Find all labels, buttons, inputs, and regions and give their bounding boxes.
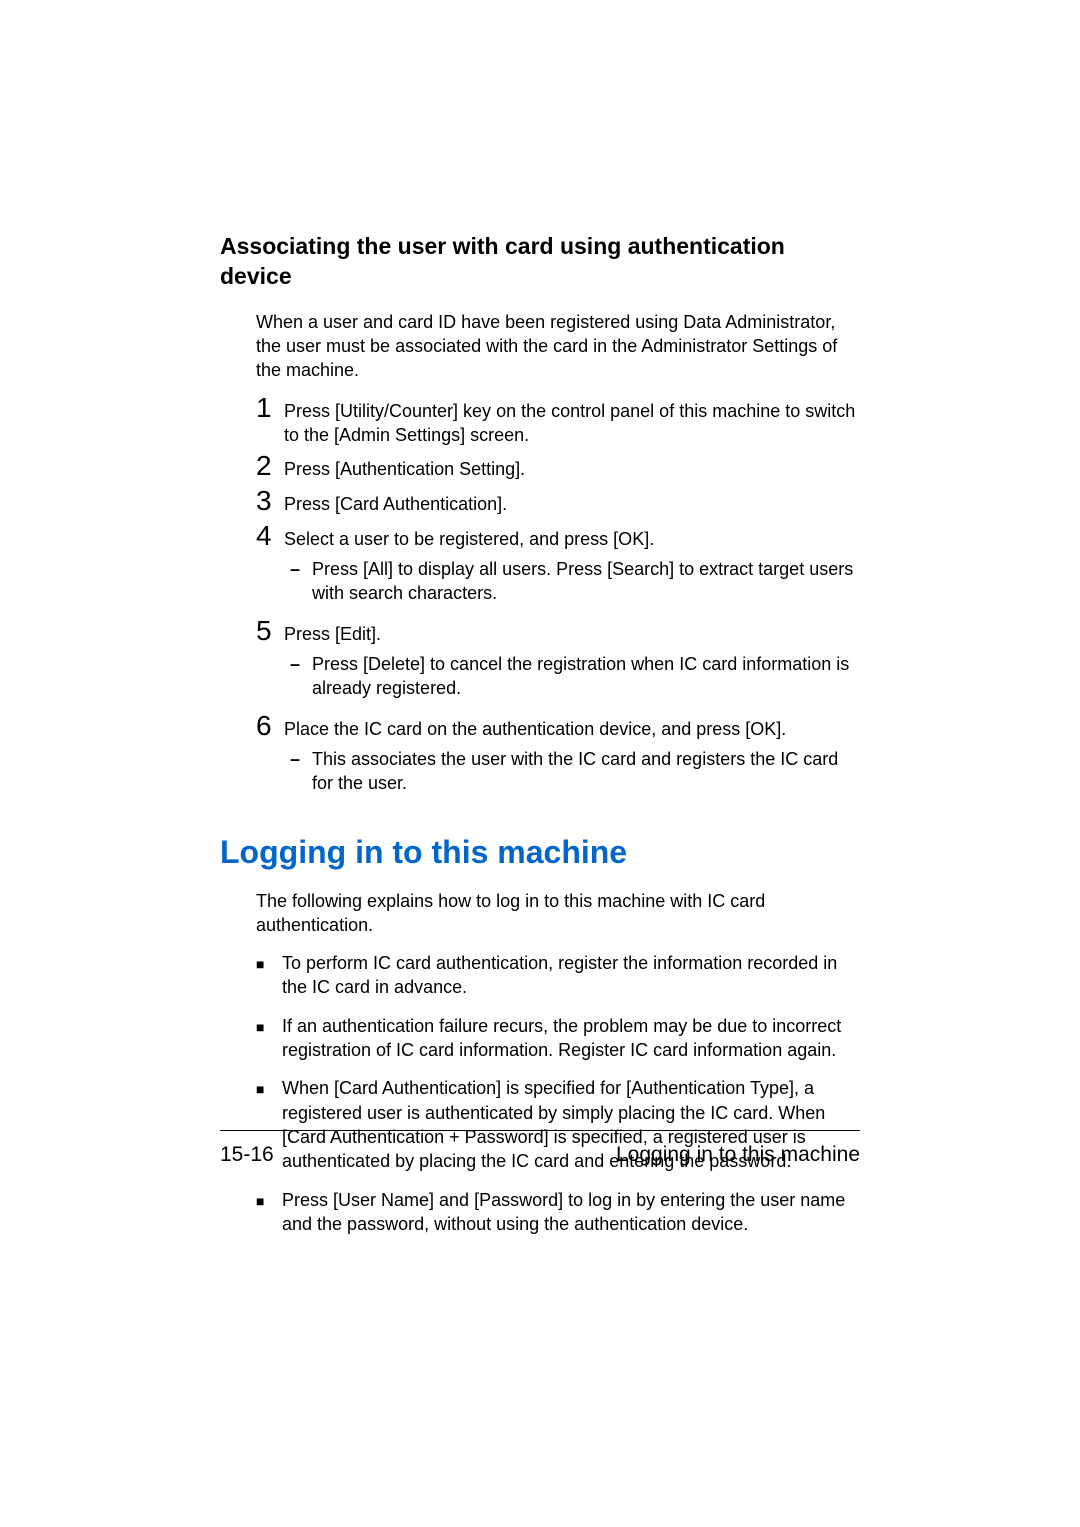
section2-intro: The following explains how to log in to … — [256, 889, 860, 938]
section1-intro: When a user and card ID have been regist… — [256, 310, 860, 383]
step-3: 3 Press [Card Authentication]. — [256, 486, 860, 517]
page-number: 15-16 — [220, 1143, 274, 1167]
dash-icon: – — [284, 559, 312, 580]
step-text: Press [Card Authentication]. — [284, 492, 860, 516]
step-text: Press [Utility/Counter] key on the contr… — [284, 399, 860, 448]
dash-icon: – — [284, 654, 312, 675]
footer-rule — [220, 1130, 860, 1131]
heading-logging-in: Logging in to this machine — [220, 834, 860, 871]
step-2: 2 Press [Authentication Setting]. — [256, 451, 860, 482]
bullet-list: ■ To perform IC card authentication, reg… — [256, 951, 860, 1236]
page-footer: 15-16 Logging in to this machine — [220, 1130, 860, 1167]
sub-list: – Press [Delete] to cancel the registrat… — [284, 652, 860, 701]
step-text: Place the IC card on the authentication … — [284, 717, 860, 741]
step-6: 6 Place the IC card on the authenticatio… — [256, 711, 860, 802]
sub-text: This associates the user with the IC car… — [312, 747, 860, 796]
step-body: Press [Card Authentication]. — [284, 492, 860, 516]
bullet-item: ■ To perform IC card authentication, reg… — [256, 951, 860, 1000]
page-content: Associating the user with card using aut… — [0, 0, 1080, 1236]
step-text: Select a user to be registered, and pres… — [284, 527, 860, 551]
step-text: Press [Edit]. — [284, 622, 860, 646]
step-list: 1 Press [Utility/Counter] key on the con… — [256, 393, 860, 802]
sub-item: – Press [All] to display all users. Pres… — [284, 557, 860, 606]
bullet-text: If an authentication failure recurs, the… — [282, 1014, 860, 1063]
square-bullet-icon: ■ — [256, 1017, 282, 1038]
square-bullet-icon: ■ — [256, 954, 282, 975]
step-4: 4 Select a user to be registered, and pr… — [256, 521, 860, 612]
step-body: Press [Utility/Counter] key on the contr… — [284, 399, 860, 448]
bullet-item: ■ If an authentication failure recurs, t… — [256, 1014, 860, 1063]
step-number: 5 — [256, 616, 284, 647]
step-body: Select a user to be registered, and pres… — [284, 527, 860, 612]
sub-text: Press [Delete] to cancel the registratio… — [312, 652, 860, 701]
sub-item: – Press [Delete] to cancel the registrat… — [284, 652, 860, 701]
step-body: Press [Edit]. – Press [Delete] to cancel… — [284, 622, 860, 707]
step-number: 6 — [256, 711, 284, 742]
square-bullet-icon: ■ — [256, 1079, 282, 1100]
step-number: 4 — [256, 521, 284, 552]
sub-list: – Press [All] to display all users. Pres… — [284, 557, 860, 606]
step-1: 1 Press [Utility/Counter] key on the con… — [256, 393, 860, 448]
step-number: 2 — [256, 451, 284, 482]
sub-text: Press [All] to display all users. Press … — [312, 557, 860, 606]
square-bullet-icon: ■ — [256, 1191, 282, 1212]
step-number: 1 — [256, 393, 284, 424]
footer-title: Logging in to this machine — [616, 1143, 860, 1167]
dash-icon: – — [284, 749, 312, 770]
step-body: Place the IC card on the authentication … — [284, 717, 860, 802]
subheading-associating: Associating the user with card using aut… — [220, 232, 860, 292]
bullet-text: Press [User Name] and [Password] to log … — [282, 1188, 860, 1237]
bullet-text: To perform IC card authentication, regis… — [282, 951, 860, 1000]
step-body: Press [Authentication Setting]. — [284, 457, 860, 481]
step-number: 3 — [256, 486, 284, 517]
step-5: 5 Press [Edit]. – Press [Delete] to canc… — [256, 616, 860, 707]
step-text: Press [Authentication Setting]. — [284, 457, 860, 481]
footer-row: 15-16 Logging in to this machine — [220, 1143, 860, 1167]
sub-list: – This associates the user with the IC c… — [284, 747, 860, 796]
bullet-item: ■ Press [User Name] and [Password] to lo… — [256, 1188, 860, 1237]
sub-item: – This associates the user with the IC c… — [284, 747, 860, 796]
